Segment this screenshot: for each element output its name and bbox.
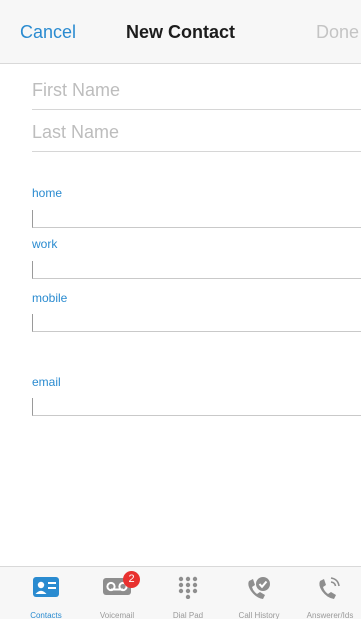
mobile-phone-field[interactable]	[32, 314, 361, 332]
work-label: work	[32, 237, 58, 251]
voicemail-badge: 2	[123, 571, 140, 588]
first-name-input[interactable]: First Name	[32, 78, 361, 110]
tab-call-history[interactable]: Call History	[223, 567, 295, 619]
last-name-input[interactable]: Last Name	[32, 120, 361, 152]
email-field[interactable]	[32, 398, 361, 416]
email-label: email	[32, 375, 61, 389]
tab-call-history-label: Call History	[238, 611, 280, 619]
first-name-placeholder: First Name	[32, 80, 121, 100]
answerer-icon	[319, 577, 340, 599]
tab-voicemail[interactable]: 2 Voicemail	[81, 567, 153, 619]
tab-dial-pad[interactable]: Dial Pad	[152, 567, 224, 619]
tab-dial-pad-label: Dial Pad	[172, 611, 204, 619]
done-button[interactable]: Done	[316, 22, 359, 43]
home-label: home	[32, 186, 63, 200]
last-name-placeholder: Last Name	[32, 122, 120, 142]
tab-answerer-label: Answerer/Ids	[306, 611, 354, 619]
tab-answerer[interactable]: Answerer/Ids	[294, 567, 361, 619]
navigation-bar: Cancel New Contact Done	[0, 0, 361, 64]
tab-voicemail-label: Voicemail	[99, 611, 135, 619]
work-phone-field[interactable]	[32, 261, 361, 279]
contacts-icon	[33, 577, 59, 597]
tab-contacts[interactable]: Contacts	[10, 567, 82, 619]
mobile-label: mobile	[32, 291, 68, 305]
tab-contacts-label: Contacts	[30, 611, 62, 619]
tab-bar: Contacts 2 Voicemail Dial Pad Call Histo…	[0, 566, 361, 619]
call-history-icon	[248, 577, 270, 599]
dialpad-icon	[178, 576, 198, 599]
home-phone-field[interactable]	[32, 210, 361, 228]
page-title: New Contact	[125, 22, 235, 42]
